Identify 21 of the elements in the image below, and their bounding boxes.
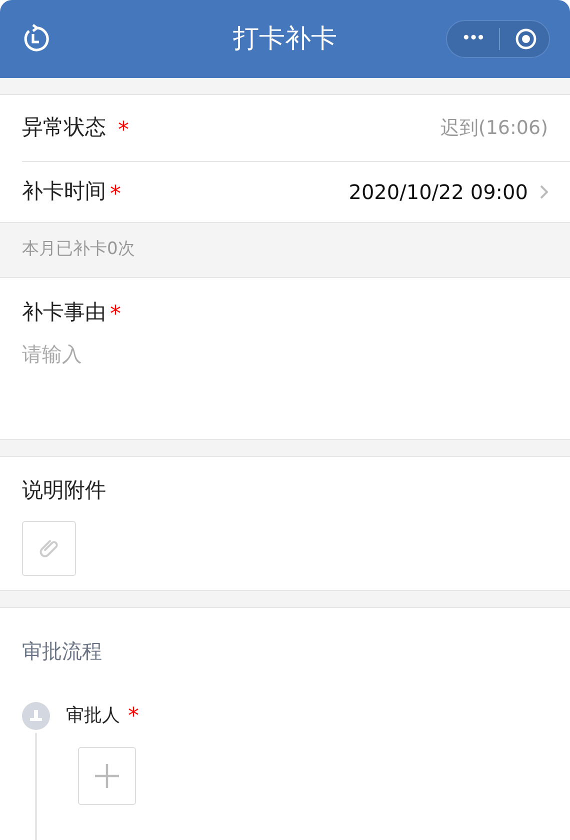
section-title: 审批流程 (22, 638, 103, 665)
time-picker-row[interactable]: 补卡时间 * 2020/10/22 09:00 (0, 162, 570, 222)
close-mini-program-icon[interactable] (515, 28, 537, 50)
required-mark: * (118, 116, 129, 144)
required-mark: * (110, 301, 121, 329)
plus-icon (94, 763, 120, 789)
field-label: 审批人 (66, 704, 120, 728)
required-mark: * (110, 180, 121, 208)
required-mark: * (128, 703, 139, 731)
time-value: 2020/10/22 09:00 (348, 179, 528, 206)
field-label: 补卡时间 (22, 178, 106, 206)
stamp-icon (22, 702, 50, 730)
page-title: 打卡补卡 (233, 22, 337, 56)
more-button[interactable]: ••• (447, 29, 499, 49)
chevron-right-icon (540, 185, 548, 199)
field-label: 说明附件 (22, 477, 107, 504)
makeup-count-note: 本月已补卡0次 (22, 238, 135, 262)
status-value: 迟到(16:06) (440, 116, 548, 141)
reason-input-field[interactable]: 请输入 (22, 339, 548, 419)
field-label: 补卡事由 (22, 298, 106, 326)
field-label: 异常状态 (22, 114, 106, 142)
